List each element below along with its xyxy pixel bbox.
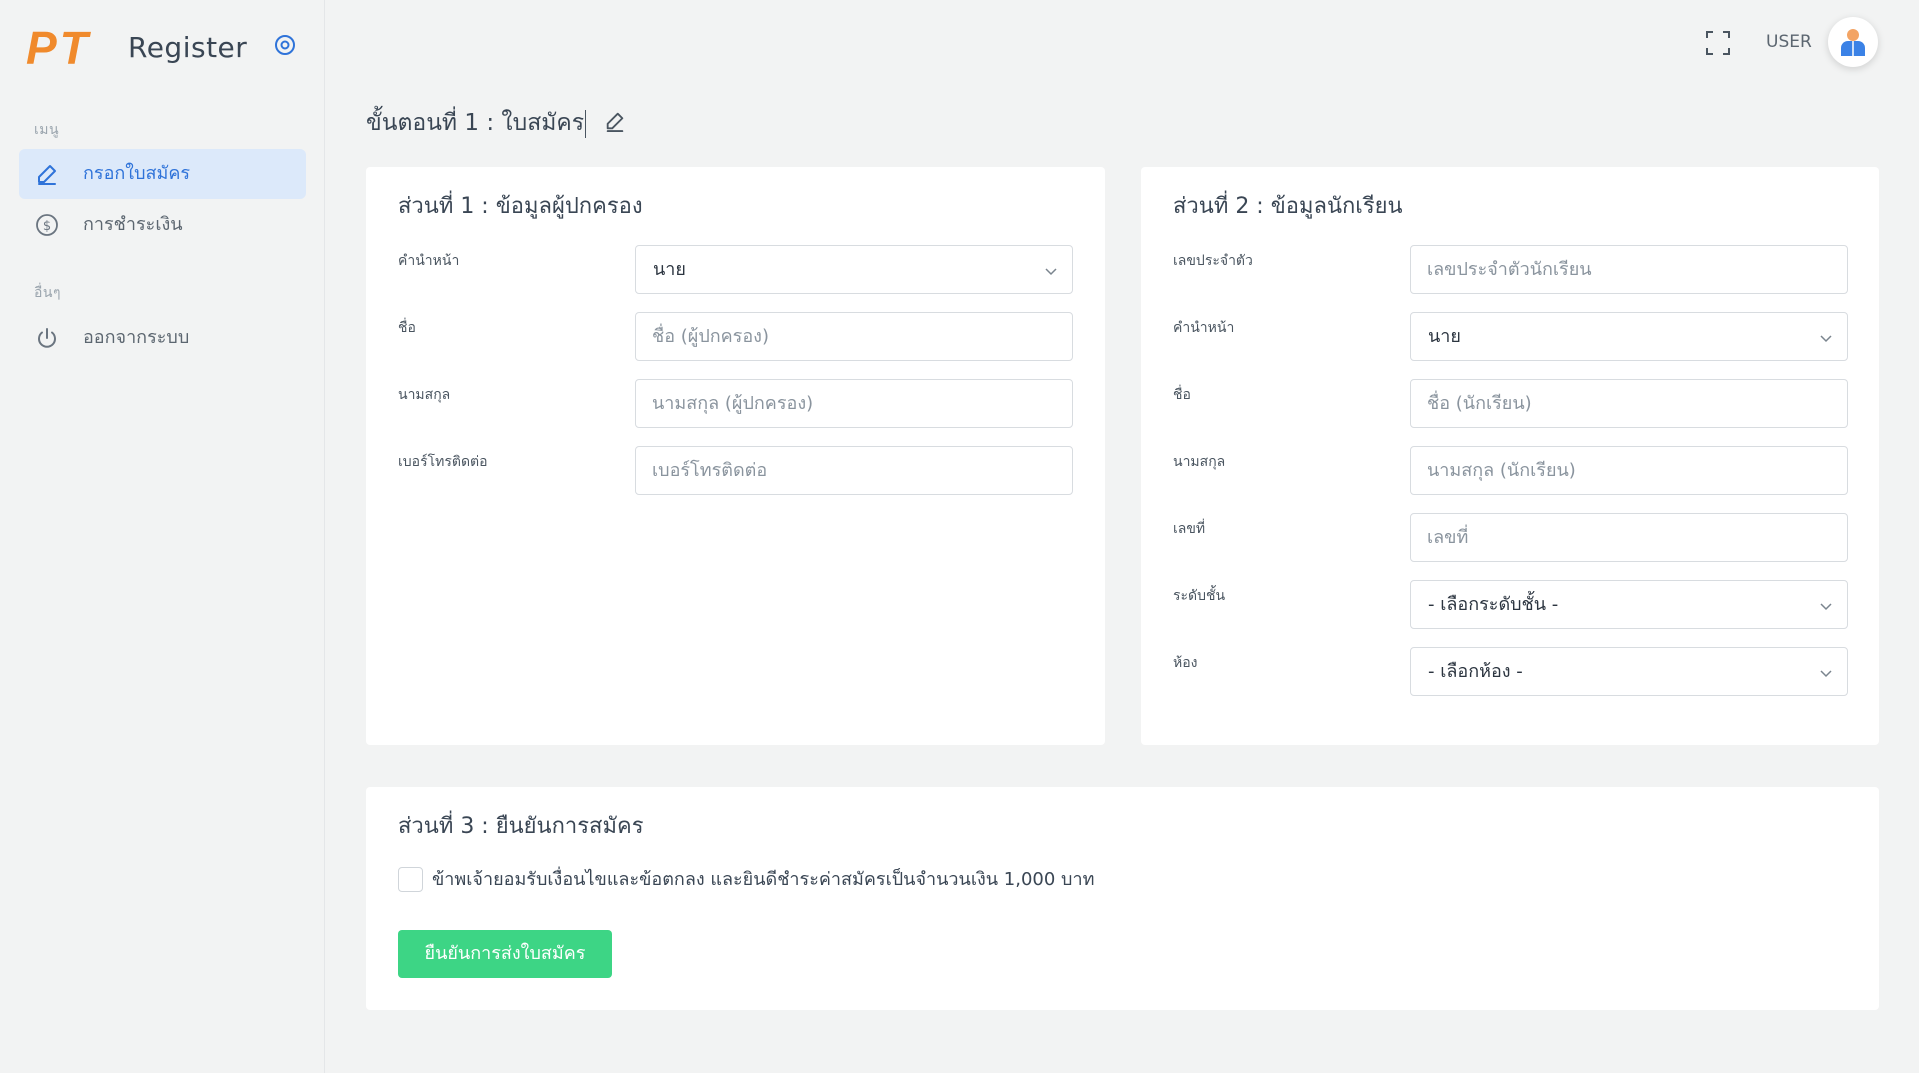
brand-name: Register (128, 31, 248, 64)
student-id-input[interactable] (1410, 245, 1848, 294)
user-avatar-icon (1841, 29, 1865, 56)
student-info-card: ส่วนที่ 2 : ข้อมูลนักเรียน เลขประจำตัว ค… (1141, 167, 1879, 745)
page-title: ขั้นตอนที่ 1 : ใบสมัคร (366, 110, 585, 136)
app: PT Register เมนู กรอกใบสมัคร $ การชำระเง… (0, 0, 1919, 1073)
menu-section-label: เมนู (34, 122, 60, 138)
chevron-down-icon (1045, 268, 1057, 276)
student-id-label: เลขประจำตัว (1173, 253, 1253, 269)
student-prefix-select[interactable]: นาย (1410, 312, 1848, 361)
guardian-lastname-label: นามสกุล (398, 387, 451, 403)
sidebar-item-logout[interactable]: ออกจากระบบ (19, 313, 306, 363)
edit-icon[interactable] (604, 110, 626, 132)
student-firstname-label: ชื่อ (1173, 387, 1191, 403)
student-lastname-label: นามสกุล (1173, 454, 1226, 470)
user-label: USER (1766, 32, 1812, 52)
sidebar: PT Register เมนู กรอกใบสมัคร $ การชำระเง… (0, 0, 325, 1073)
guardian-firstname-label: ชื่อ (398, 320, 416, 336)
select-value: นาย (1428, 326, 1461, 347)
other-section-label: อื่นๆ (34, 285, 61, 301)
student-number-label: เลขที่ (1173, 521, 1206, 537)
agree-label[interactable]: ข้าพเจ้ายอมรับเงื่อนไขและข้อตกลง และยินด… (432, 867, 1094, 893)
guardian-lastname-input[interactable] (635, 379, 1073, 428)
fullscreen-icon[interactable] (1705, 30, 1731, 56)
guardian-phone-input[interactable] (635, 446, 1073, 495)
logo-row: PT Register (26, 22, 306, 74)
select-value: นาย (653, 259, 686, 280)
chevron-down-icon (1820, 603, 1832, 611)
svg-text:$: $ (43, 219, 51, 234)
guardian-prefix-select[interactable]: นาย (635, 245, 1073, 294)
sidebar-item-application-form[interactable]: กรอกใบสมัคร (19, 149, 306, 199)
classroom-select[interactable]: - เลือกห้อง - (1410, 647, 1848, 696)
power-icon (35, 326, 59, 350)
agree-checkbox[interactable] (398, 867, 423, 892)
guardian-phone-label: เบอร์โทรติดต่อ (398, 454, 488, 470)
section3-title: ส่วนที่ 3 : ยืนยันการสมัคร (398, 814, 644, 839)
chevron-down-icon (1820, 670, 1832, 678)
select-value: - เลือกระดับชั้น - (1428, 594, 1559, 615)
grade-level-label: ระดับชั้น (1173, 588, 1226, 604)
sidebar-item-label: ออกจากระบบ (83, 327, 190, 348)
avatar[interactable] (1828, 17, 1878, 67)
section2-title: ส่วนที่ 2 : ข้อมูลนักเรียน (1173, 194, 1403, 219)
select-value: - เลือกห้อง - (1428, 661, 1523, 682)
submit-application-button[interactable]: ยืนยันการส่งใบสมัคร (398, 930, 612, 978)
confirmation-card: ส่วนที่ 3 : ยืนยันการสมัคร ข้าพเจ้ายอมรั… (366, 787, 1879, 1010)
logo: PT (26, 22, 91, 74)
guardian-info-card: ส่วนที่ 1 : ข้อมูลผู้ปกครอง คำนำหน้า นาย… (366, 167, 1105, 745)
classroom-label: ห้อง (1173, 655, 1198, 671)
guardian-firstname-input[interactable] (635, 312, 1073, 361)
student-number-input[interactable] (1410, 513, 1848, 562)
sidebar-item-label: การชำระเงิน (83, 214, 183, 235)
sidebar-toggle-icon[interactable] (270, 30, 300, 60)
dollar-circle-icon: $ (35, 213, 59, 237)
chevron-down-icon (1820, 335, 1832, 343)
guardian-prefix-label: คำนำหน้า (398, 253, 460, 269)
student-lastname-input[interactable] (1410, 446, 1848, 495)
pencil-icon (35, 162, 59, 186)
sidebar-item-payment[interactable]: $ การชำระเงิน (19, 200, 306, 250)
sidebar-item-label: กรอกใบสมัคร (83, 163, 191, 184)
student-prefix-label: คำนำหน้า (1173, 320, 1235, 336)
grade-level-select[interactable]: - เลือกระดับชั้น - (1410, 580, 1848, 629)
page-title-row: ขั้นตอนที่ 1 : ใบสมัคร (366, 106, 624, 140)
title-divider (585, 110, 586, 138)
section1-title: ส่วนที่ 1 : ข้อมูลผู้ปกครอง (398, 194, 643, 219)
student-firstname-input[interactable] (1410, 379, 1848, 428)
